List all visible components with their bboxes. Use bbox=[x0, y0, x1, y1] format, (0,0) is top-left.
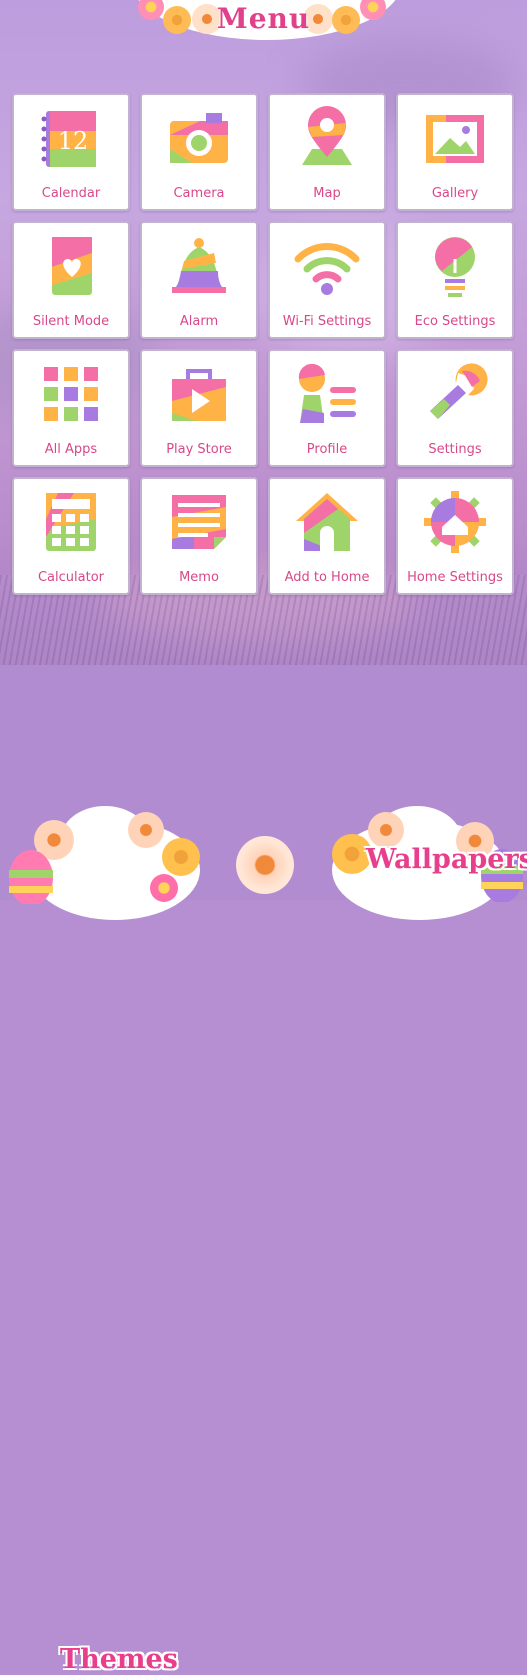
tile-label: Home Settings bbox=[407, 570, 503, 585]
tile-label: Profile bbox=[306, 442, 348, 457]
tile-label: Play Store bbox=[166, 442, 232, 457]
camera-icon bbox=[170, 113, 228, 163]
themes-label: Themes bbox=[60, 1644, 178, 1675]
svg-text:12: 12 bbox=[58, 127, 89, 155]
tile-label: Calculator bbox=[37, 570, 104, 585]
tile-settings[interactable]: Settings bbox=[396, 349, 514, 467]
silent-mode-icon bbox=[52, 237, 92, 295]
calendar-icon: 12 bbox=[41, 111, 96, 167]
tile-label: Alarm bbox=[179, 314, 219, 329]
page-title: Menu bbox=[216, 2, 311, 35]
home-settings-gear-icon bbox=[424, 491, 486, 553]
flower-decoration bbox=[368, 812, 404, 848]
tile-gallery[interactable]: Gallery bbox=[396, 93, 514, 211]
tile-label: Calendar bbox=[41, 186, 101, 201]
tile-label: Map bbox=[313, 186, 341, 201]
tile-wifi-settings[interactable]: Wi-Fi Settings bbox=[268, 221, 386, 339]
flower-decoration bbox=[162, 838, 200, 876]
map-pin-icon bbox=[302, 106, 352, 165]
tile-label: Settings bbox=[428, 442, 482, 457]
tile-label: Silent Mode bbox=[32, 314, 110, 329]
flower-decoration bbox=[150, 874, 178, 902]
easter-egg-icon bbox=[9, 850, 53, 904]
tile-eco-settings[interactable]: Eco Settings bbox=[396, 221, 514, 339]
tile-label: All Apps bbox=[44, 442, 98, 457]
apps-grid-icon bbox=[44, 367, 98, 421]
tile-calculator[interactable]: Calculator bbox=[12, 477, 130, 595]
tile-alarm[interactable]: Alarm bbox=[140, 221, 258, 339]
tile-play-store[interactable]: Play Store bbox=[140, 349, 258, 467]
themes-button[interactable]: Themes bbox=[0, 800, 215, 1675]
tile-label: Memo bbox=[179, 570, 219, 585]
flower-decoration bbox=[128, 812, 164, 848]
tile-home-settings[interactable]: Home Settings bbox=[396, 477, 514, 595]
tile-silent-mode[interactable]: Silent Mode bbox=[12, 221, 130, 339]
wifi-icon bbox=[294, 243, 360, 295]
gallery-icon bbox=[426, 115, 484, 163]
bell-icon bbox=[172, 238, 226, 293]
tile-label: Add to Home bbox=[284, 570, 370, 585]
tile-label: Camera bbox=[173, 186, 225, 201]
tile-memo[interactable]: Memo bbox=[140, 477, 258, 595]
tile-label: Wi-Fi Settings bbox=[282, 314, 372, 329]
tile-camera[interactable]: Camera bbox=[140, 93, 258, 211]
house-icon bbox=[296, 493, 358, 551]
calculator-icon bbox=[46, 493, 96, 551]
tile-map[interactable]: Map bbox=[268, 93, 386, 211]
tile-all-apps[interactable]: All Apps bbox=[12, 349, 130, 467]
profile-icon bbox=[298, 363, 356, 423]
tile-label: Gallery bbox=[431, 186, 479, 201]
wallpapers-label: Wallpapers bbox=[366, 844, 527, 875]
play-store-icon bbox=[172, 369, 226, 421]
tile-calendar[interactable]: 12 Calendar bbox=[12, 93, 130, 211]
tile-add-to-home[interactable]: Add to Home bbox=[268, 477, 386, 595]
lightbulb-icon bbox=[435, 237, 475, 297]
wrench-icon bbox=[430, 363, 488, 419]
flower-decoration bbox=[236, 836, 294, 894]
tile-profile[interactable]: Profile bbox=[268, 349, 386, 467]
tile-label: Eco Settings bbox=[414, 314, 496, 329]
memo-icon bbox=[172, 495, 226, 549]
